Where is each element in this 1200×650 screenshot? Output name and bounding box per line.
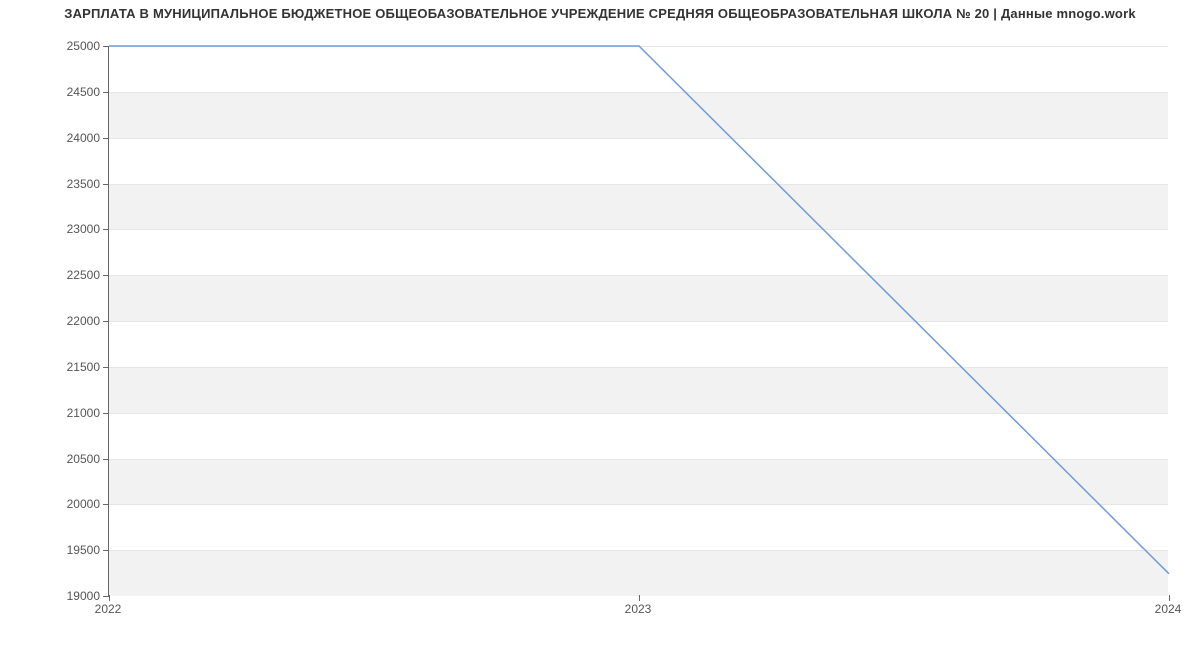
y-tick-label: 24500: [20, 85, 100, 99]
y-tick-mark: [103, 229, 109, 230]
y-tick-label: 23000: [20, 222, 100, 236]
y-tick-mark: [103, 504, 109, 505]
y-tick-mark: [103, 367, 109, 368]
x-tick-mark: [639, 595, 640, 601]
y-tick-label: 20000: [20, 497, 100, 511]
x-tick-label: 2024: [1128, 602, 1200, 616]
chart-container: ЗАРПЛАТА В МУНИЦИПАЛЬНОЕ БЮДЖЕТНОЕ ОБЩЕО…: [0, 0, 1200, 650]
y-tick-label: 21500: [20, 360, 100, 374]
y-tick-label: 24000: [20, 131, 100, 145]
y-tick-label: 19500: [20, 543, 100, 557]
y-tick-mark: [103, 550, 109, 551]
chart-title: ЗАРПЛАТА В МУНИЦИПАЛЬНОЕ БЮДЖЕТНОЕ ОБЩЕО…: [0, 6, 1200, 21]
x-tick-label: 2023: [598, 602, 678, 616]
y-tick-mark: [103, 321, 109, 322]
salary-series-line: [109, 46, 1169, 574]
y-tick-mark: [103, 275, 109, 276]
y-tick-mark: [103, 459, 109, 460]
y-tick-label: 22000: [20, 314, 100, 328]
y-tick-mark: [103, 138, 109, 139]
y-tick-label: 19000: [20, 589, 100, 603]
x-tick-mark: [109, 595, 110, 601]
x-tick-mark: [1169, 595, 1170, 601]
y-tick-mark: [103, 184, 109, 185]
series-line-layer: [109, 46, 1168, 595]
y-tick-label: 21000: [20, 406, 100, 420]
x-tick-label: 2022: [68, 602, 148, 616]
y-tick-mark: [103, 46, 109, 47]
y-tick-mark: [103, 92, 109, 93]
y-tick-label: 23500: [20, 177, 100, 191]
y-tick-label: 22500: [20, 268, 100, 282]
plot-area: [108, 46, 1168, 596]
y-tick-label: 25000: [20, 39, 100, 53]
y-tick-label: 20500: [20, 452, 100, 466]
y-tick-mark: [103, 413, 109, 414]
